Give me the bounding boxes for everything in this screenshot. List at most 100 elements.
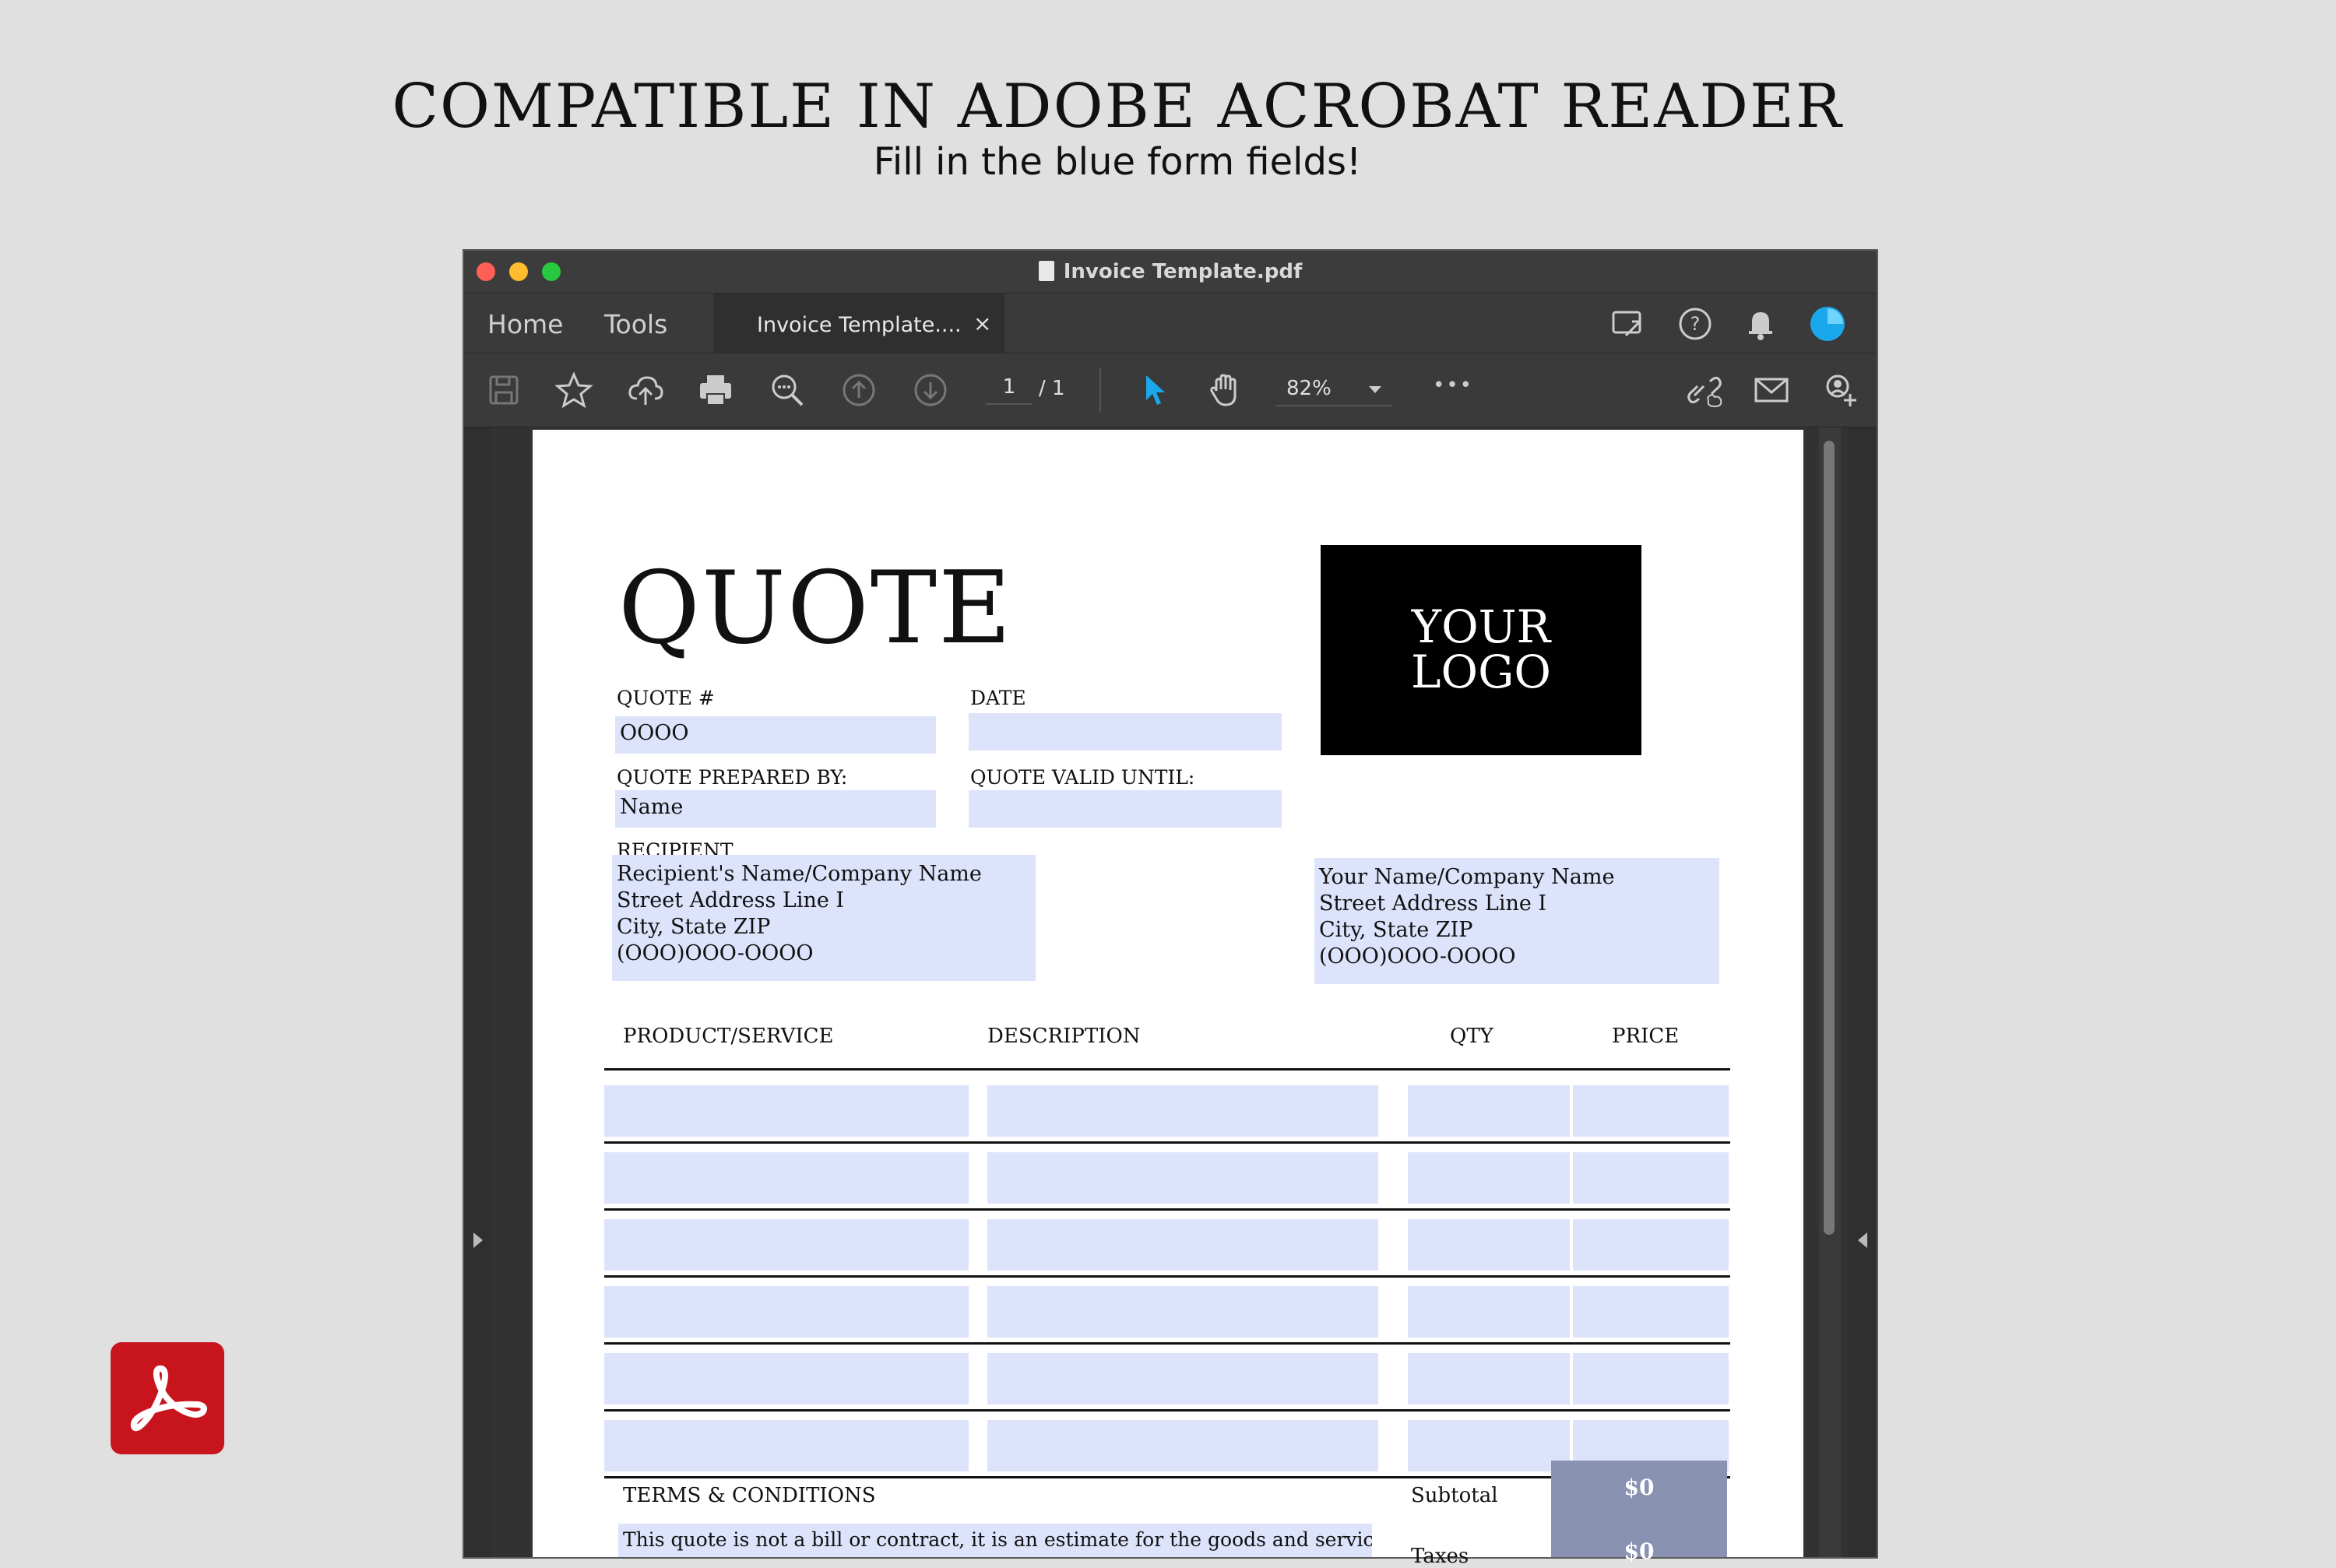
- left-panel-toggle[interactable]: [464, 427, 492, 1557]
- nav-tools[interactable]: Tools: [604, 309, 667, 339]
- hand-tool-icon[interactable]: [1205, 371, 1244, 410]
- add-user-icon[interactable]: [1821, 371, 1859, 410]
- table-cell-input[interactable]: [1408, 1420, 1570, 1471]
- toolbar: 1 / 1 82% •••: [464, 353, 1877, 427]
- table-cell-input[interactable]: [604, 1420, 969, 1471]
- pdf-file-icon: [1038, 261, 1054, 281]
- table-cell-input[interactable]: [1408, 1353, 1570, 1405]
- subtotal-value: $0: [1624, 1475, 1655, 1500]
- recipient-address-field[interactable]: Recipient's Name/Company Name Street Add…: [612, 855, 1036, 981]
- table-cell-input[interactable]: [1408, 1219, 1570, 1271]
- logo-placeholder: YOUR LOGO: [1321, 545, 1641, 755]
- window-title: Invoice Template.pdf: [464, 260, 1877, 283]
- column-header-product: PRODUCT/SERVICE: [623, 1025, 834, 1048]
- terms-text: This quote is not a bill or contract, it…: [623, 1528, 1372, 1551]
- column-header-description: DESCRIPTION: [987, 1025, 1141, 1048]
- table-cell-input[interactable]: [1573, 1219, 1729, 1271]
- quote-number-field[interactable]: OOOO: [615, 716, 936, 754]
- previous-page-icon[interactable]: [839, 371, 878, 410]
- tab-label: Invoice Template....: [757, 313, 962, 337]
- table-cell-input[interactable]: [987, 1152, 1378, 1204]
- expand-right-icon: [1858, 1232, 1867, 1248]
- tab-close-icon[interactable]: ×: [973, 311, 991, 336]
- valid-until-field[interactable]: [969, 790, 1282, 828]
- zoom-value: 82%: [1286, 377, 1332, 400]
- table-cell-input[interactable]: [1573, 1085, 1729, 1137]
- recipient-line: Street Address Line I: [617, 888, 845, 912]
- table-cell-input[interactable]: [987, 1420, 1378, 1471]
- sender-line: Street Address Line I: [1319, 891, 1547, 916]
- table-row-rule: [604, 1409, 1730, 1412]
- star-icon[interactable]: [554, 371, 593, 410]
- subtotal-label: Subtotal: [1411, 1484, 1498, 1507]
- page-number-input[interactable]: 1: [986, 375, 1033, 405]
- select-cursor-icon[interactable]: [1135, 371, 1174, 410]
- more-options-icon[interactable]: •••: [1433, 374, 1473, 397]
- column-header-qty: QTY: [1450, 1025, 1493, 1048]
- terms-label: TERMS & CONDITIONS: [623, 1484, 876, 1507]
- bell-icon[interactable]: [1741, 304, 1780, 343]
- share-link-icon[interactable]: [1685, 371, 1724, 410]
- table-cell-input[interactable]: [604, 1286, 969, 1338]
- next-page-icon[interactable]: [911, 371, 950, 410]
- table-cell-input[interactable]: [1408, 1085, 1570, 1137]
- prepared-by-field[interactable]: Name: [615, 790, 936, 828]
- tab-invoice-template[interactable]: Invoice Template.... ×: [713, 294, 1004, 353]
- table-cell-input[interactable]: [1573, 1353, 1729, 1405]
- table-cell-input[interactable]: [1573, 1286, 1729, 1338]
- recipient-line: (OOO)OOO-OOOO: [617, 941, 814, 965]
- banner-subline: Fill in the blue form fields!: [873, 140, 1362, 184]
- table-header-rule: [604, 1068, 1730, 1071]
- table-cell-input[interactable]: [1408, 1152, 1570, 1204]
- date-label: DATE: [970, 687, 1026, 709]
- table-row-rule: [604, 1141, 1730, 1144]
- table-cell-input[interactable]: [604, 1353, 969, 1405]
- acrobat-logo: [111, 1342, 224, 1454]
- recipient-line: City, State ZIP: [617, 915, 771, 939]
- taxes-value: $0: [1624, 1538, 1655, 1564]
- prepared-by-label: QUOTE PREPARED BY:: [617, 766, 848, 789]
- taxes-label: Taxes: [1411, 1545, 1469, 1568]
- table-cell-input[interactable]: [987, 1085, 1378, 1137]
- page-total: / 1: [1039, 377, 1065, 400]
- table-row-rule: [604, 1342, 1730, 1345]
- title-bar: Invoice Template.pdf: [464, 251, 1877, 294]
- sender-address-field[interactable]: Your Name/Company Name Street Address Li…: [1314, 858, 1719, 984]
- quote-number-value: OOOO: [620, 721, 689, 745]
- table-cell-input[interactable]: [604, 1152, 969, 1204]
- table-cell-input[interactable]: [1573, 1152, 1729, 1204]
- table-cell-input[interactable]: [1408, 1286, 1570, 1338]
- table-cell-input[interactable]: [604, 1085, 969, 1137]
- table-cell-input[interactable]: [987, 1286, 1378, 1338]
- scrollbar-thumb[interactable]: [1824, 441, 1835, 1235]
- quote-number-label: QUOTE #: [617, 687, 715, 709]
- share-screen-icon[interactable]: [1609, 304, 1648, 343]
- help-icon[interactable]: ?: [1676, 304, 1715, 343]
- profile-avatar-icon[interactable]: [1808, 304, 1847, 343]
- logo-line-2: LOGO: [1411, 645, 1551, 698]
- window-title-text: Invoice Template.pdf: [1063, 260, 1303, 283]
- banner-headline: COMPATIBLE IN ADOBE ACROBAT READER: [392, 72, 1843, 142]
- valid-until-label: QUOTE VALID UNTIL:: [970, 766, 1195, 789]
- print-icon[interactable]: [696, 371, 735, 410]
- right-panel-toggle[interactable]: [1849, 427, 1877, 1557]
- nav-home[interactable]: Home: [487, 309, 563, 339]
- table-cell-input[interactable]: [987, 1219, 1378, 1271]
- save-icon[interactable]: [484, 371, 523, 410]
- pdf-page: QUOTE YOUR LOGO QUOTE # OOOO DATE QUOTE …: [533, 430, 1803, 1568]
- date-field[interactable]: [969, 713, 1282, 751]
- email-icon[interactable]: [1752, 371, 1791, 410]
- column-header-price: PRICE: [1612, 1025, 1680, 1048]
- cloud-upload-icon[interactable]: [626, 371, 665, 410]
- table-cell-input[interactable]: [987, 1353, 1378, 1405]
- sender-line: City, State ZIP: [1319, 918, 1473, 942]
- terms-text-field[interactable]: This quote is not a bill or contract, it…: [618, 1524, 1372, 1557]
- logo-line-1: YOUR: [1411, 600, 1551, 653]
- document-title: QUOTE: [618, 550, 1013, 666]
- summary-values: $0 $0: [1551, 1461, 1727, 1564]
- zoom-select[interactable]: 82%: [1275, 375, 1392, 406]
- chevron-down-icon: [1369, 386, 1381, 393]
- table-cell-input[interactable]: [604, 1219, 969, 1271]
- nav-bar: Home Tools Invoice Template.... × ?: [464, 294, 1877, 353]
- zoom-search-icon[interactable]: [768, 371, 807, 410]
